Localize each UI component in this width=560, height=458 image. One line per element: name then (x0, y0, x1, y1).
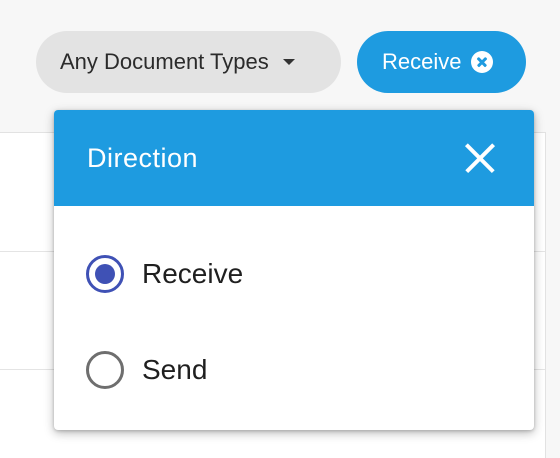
option-send[interactable]: Send (54, 322, 534, 418)
popup-title: Direction (87, 142, 199, 173)
option-label: Send (142, 354, 208, 385)
document-types-filter-chip[interactable]: Any Document Types (36, 31, 341, 93)
direction-popup: Direction Receive Send (54, 110, 534, 430)
option-label: Receive (142, 258, 244, 289)
close-icon[interactable] (464, 142, 496, 174)
radio-checked-icon[interactable] (86, 255, 124, 293)
document-types-label: Any Document Types (60, 49, 269, 74)
direction-filter-chip[interactable]: Receive (357, 31, 526, 93)
clear-circle-icon[interactable] (471, 51, 494, 73)
radio-unchecked-icon[interactable] (86, 351, 124, 389)
option-receive[interactable]: Receive (54, 226, 534, 322)
caret-down-icon (282, 59, 295, 65)
direction-options: Receive Send (54, 206, 534, 418)
radio-dot (95, 264, 115, 284)
popup-header: Direction (54, 110, 534, 206)
direction-chip-label: Receive (382, 49, 462, 74)
